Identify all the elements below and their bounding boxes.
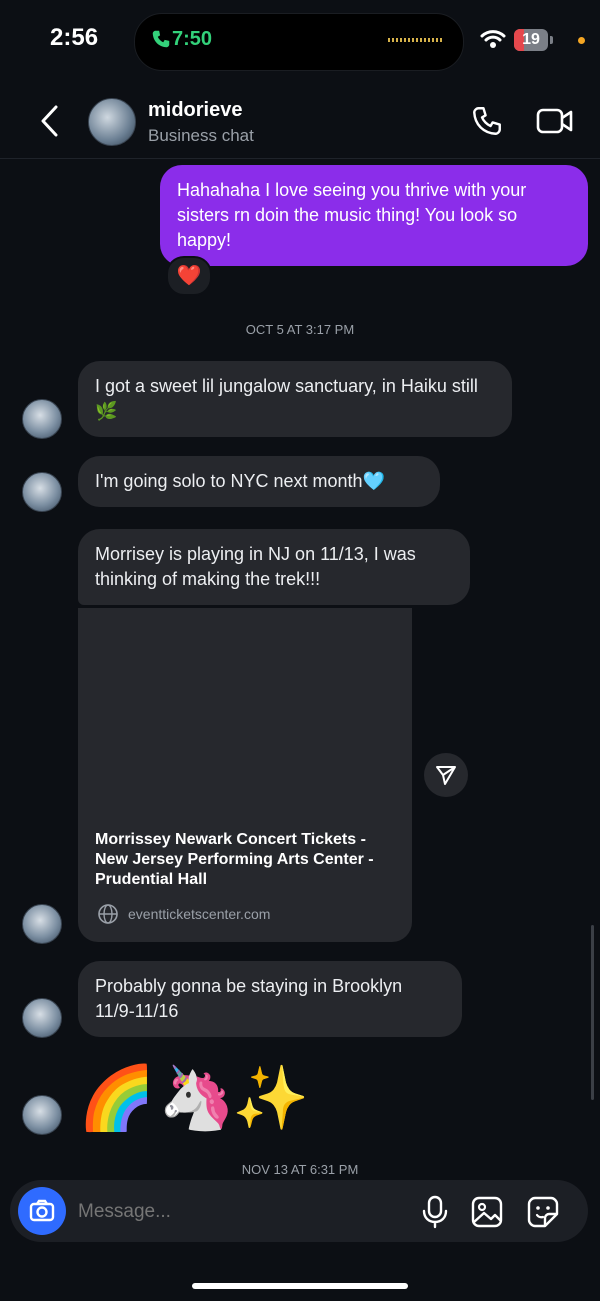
timestamp: NOV 13 AT 6:31 PM <box>241 1162 359 1177</box>
scrollbar[interactable] <box>591 925 594 1100</box>
phone-call-icon <box>152 30 170 48</box>
rainbow-emoji[interactable]: 🌈 <box>78 1064 155 1134</box>
back-arrow-icon[interactable] <box>38 104 62 138</box>
received-message[interactable]: Probably gonna be staying in Brooklyn 11… <box>78 961 462 1037</box>
camera-icon <box>29 1199 55 1222</box>
status-time: 2:56 <box>50 24 99 51</box>
microphone-icon[interactable] <box>420 1195 450 1229</box>
received-message[interactable]: I'm going solo to NYC next month🩵 <box>78 456 440 507</box>
wifi-icon <box>480 30 506 48</box>
received-message[interactable]: Morrisey is playing in NJ on 11/13, I wa… <box>78 529 470 605</box>
heart-reaction[interactable]: ❤️ <box>166 256 212 296</box>
gallery-icon[interactable] <box>470 1195 504 1229</box>
sparkles-emoji[interactable]: ✨ <box>232 1064 309 1134</box>
phone-icon[interactable] <box>470 104 504 138</box>
home-indicator[interactable] <box>192 1283 408 1289</box>
message-input[interactable] <box>76 1192 410 1232</box>
battery-percent: 19 <box>522 31 540 48</box>
sender-avatar[interactable] <box>22 472 62 512</box>
received-message[interactable]: I got a sweet lil jungalow sanctuary, in… <box>78 361 512 437</box>
video-call-icon[interactable] <box>536 106 574 136</box>
sender-avatar[interactable] <box>22 1095 62 1135</box>
sender-avatar[interactable] <box>22 399 62 439</box>
link-preview-card[interactable] <box>78 608 412 942</box>
share-button[interactable] <box>424 753 468 797</box>
globe-icon <box>98 904 118 924</box>
contact-name[interactable]: midorieve <box>148 99 242 122</box>
audio-wave-icon <box>388 38 444 42</box>
link-preview-title[interactable]: Morrissey Newark Concert Tickets - New J… <box>95 830 400 890</box>
sticker-icon[interactable] <box>526 1195 560 1229</box>
sender-avatar[interactable] <box>22 904 62 944</box>
unicorn-emoji[interactable]: 🦄 <box>158 1064 235 1134</box>
send-icon <box>436 766 456 785</box>
privacy-dot-icon <box>578 37 585 44</box>
battery-cap <box>550 36 553 44</box>
contact-avatar[interactable] <box>88 98 136 146</box>
timestamp: OCT 5 AT 3:17 PM <box>245 322 355 337</box>
sender-avatar[interactable] <box>22 998 62 1038</box>
sent-message[interactable]: Hahahaha I love seeing you thrive with y… <box>160 165 588 266</box>
call-timer: 7:50 <box>172 28 213 50</box>
link-preview-domain[interactable]: eventticketscenter.com <box>128 906 270 922</box>
camera-button[interactable] <box>18 1187 66 1235</box>
contact-subtitle: Business chat <box>148 126 254 145</box>
